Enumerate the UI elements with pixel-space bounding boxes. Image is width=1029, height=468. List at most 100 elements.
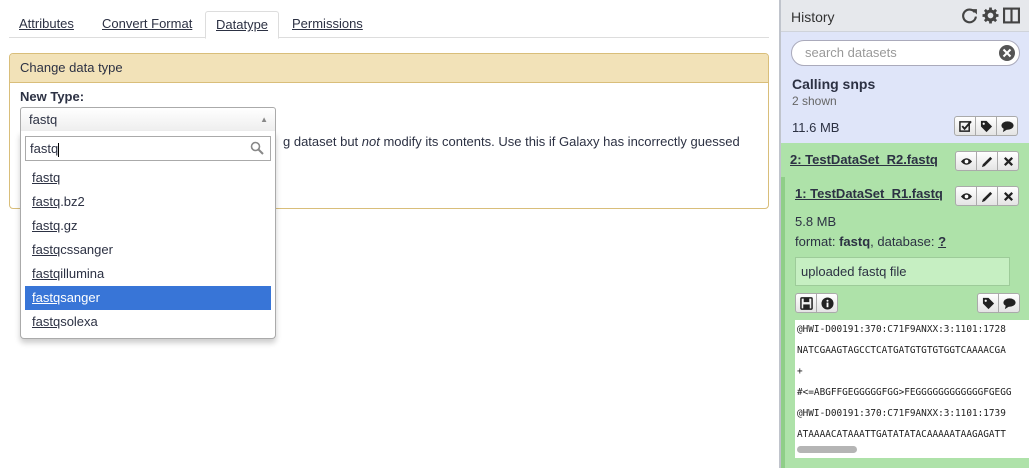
peek-scrollbar[interactable] [797, 446, 857, 453]
tab-convert-format[interactable]: Convert Format [92, 11, 202, 38]
edit-button[interactable] [976, 186, 998, 206]
delete-button[interactable] [997, 151, 1019, 171]
view-button[interactable] [955, 151, 977, 171]
history-title: History [791, 9, 835, 25]
tab-permissions[interactable]: Permissions [282, 11, 373, 38]
delete-button[interactable] [997, 186, 1019, 206]
comment-icon [1002, 297, 1016, 309]
tags-button[interactable] [977, 293, 999, 313]
dataset-peek: @HWI-D00191:370:C71F9ANXX:3:1101:1728 NA… [795, 320, 1029, 458]
eye-icon [960, 192, 972, 200]
tags-button[interactable] [975, 116, 997, 136]
peek-line: + [797, 366, 803, 377]
option-rest: .gz [60, 218, 78, 233]
peek-line: #<=ABGFFGEGGGGGFGG>FEGGGGGGGGGGGGFGEGG [797, 387, 1012, 398]
dataset-format-line: format: fastq, database: ? [795, 234, 946, 249]
history-actions [954, 116, 1018, 136]
help-text-emphasis: not [361, 134, 380, 149]
history-panel: History search datasets Calling snps 2 s… [779, 0, 1029, 468]
search-text: fastq [30, 141, 59, 156]
annotation-button[interactable] [998, 293, 1020, 313]
tab-bar: Attributes Convert Format Datatype Permi… [9, 11, 769, 39]
tags-icon [980, 120, 992, 132]
option-match: fastq [32, 290, 61, 305]
option-rest: .bz2 [60, 194, 85, 209]
save-icon [799, 296, 813, 310]
option-rest: illumina [60, 266, 105, 281]
help-text: g dataset but not modify its contents. U… [283, 134, 763, 150]
option-fastqcssanger[interactable]: fastqcssanger [25, 238, 271, 262]
tab-datatype[interactable]: Datatype [205, 11, 280, 39]
history-search-input[interactable]: search datasets [791, 40, 1020, 66]
new-type-label: New Type: [20, 89, 85, 104]
option-fastqsanger[interactable]: fastqsanger [25, 286, 271, 310]
peek-line: ATAAAACATAAATTGATATATACAAAAATAAGAGATT [797, 429, 1006, 440]
center-panel: Attributes Convert Format Datatype Permi… [0, 0, 779, 468]
panel-title: Change data type [10, 54, 768, 83]
search-placeholder: search datasets [805, 45, 897, 60]
info-icon [820, 296, 834, 310]
pencil-icon [981, 156, 992, 167]
dropdown-search-input[interactable]: fastq [25, 136, 271, 161]
select-items-button[interactable] [954, 116, 976, 136]
edit-button[interactable] [976, 151, 998, 171]
selected-value: fastq [29, 112, 58, 127]
peek-line: @HWI-D00191:370:C71F9ANXX:3:1101:1728 [797, 324, 1006, 335]
caret-up-icon: ▲ [260, 115, 268, 124]
tab-attributes[interactable]: Attributes [9, 11, 84, 38]
format-value: fastq [839, 234, 871, 249]
option-match: fastq [32, 194, 61, 209]
close-icon [1003, 156, 1013, 166]
annotation-button[interactable] [996, 116, 1018, 136]
dataset-tools-right [977, 293, 1020, 313]
option-match: fastq [32, 170, 61, 185]
history-name[interactable]: Calling snps [792, 76, 875, 92]
peek-line: NATCGAAGTAGCCTCATGATGTGTGTGGTCAAAACGA [797, 345, 1006, 356]
database-label: , database: [870, 234, 939, 249]
option-rest: cssanger [60, 242, 113, 257]
history-size: 11.6 MB [792, 120, 840, 135]
clear-search-icon[interactable] [998, 44, 1016, 62]
eye-icon [960, 157, 972, 165]
checkbox-icon [958, 120, 972, 132]
help-text-end: modify its contents. Use this if Galaxy … [379, 134, 740, 149]
dataset-item[interactable]: 2: TestDataSet_R2.fastq [781, 143, 1029, 177]
option-rest: sanger [60, 290, 100, 305]
pencil-icon [981, 191, 992, 202]
gear-icon[interactable] [982, 7, 999, 24]
option-rest: solexa [60, 314, 98, 329]
columns-icon[interactable] [1003, 7, 1020, 24]
refresh-icon[interactable] [961, 7, 978, 24]
datatype-select[interactable]: fastq ▲ [20, 107, 276, 132]
database-value[interactable]: ? [938, 234, 946, 249]
dataset-actions [955, 186, 1019, 206]
view-button[interactable] [955, 186, 977, 206]
dataset-title[interactable]: 1: TestDataSet_R1.fastq [795, 186, 943, 201]
dataset-size: 5.8 MB [795, 214, 837, 229]
info-button[interactable] [816, 293, 838, 313]
text-cursor [58, 142, 60, 157]
close-icon [1003, 191, 1013, 201]
option-fastq-gz[interactable]: fastq.gz [25, 214, 271, 238]
dataset-info: uploaded fastq file [795, 257, 1010, 286]
option-fastq-bz2[interactable]: fastq.bz2 [25, 190, 271, 214]
dataset-title[interactable]: 2: TestDataSet_R2.fastq [790, 152, 938, 167]
datatype-dropdown: fastq fastq fastq.bz2 fastq.gz fastqcssa… [20, 131, 276, 339]
dataset-actions [955, 151, 1019, 171]
option-match: fastq [32, 314, 61, 329]
tags-icon [982, 297, 994, 309]
option-match: fastq [32, 266, 61, 281]
help-text-start: g dataset but [283, 134, 362, 149]
option-fastqsolexa[interactable]: fastqsolexa [25, 310, 271, 334]
format-label: format: [795, 234, 840, 249]
option-match: fastq [32, 242, 61, 257]
option-fastq[interactable]: fastq [25, 166, 271, 190]
history-header: History [781, 0, 1029, 32]
option-match: fastq [32, 218, 61, 233]
download-button[interactable] [795, 293, 817, 313]
search-icon [250, 141, 264, 155]
peek-line: @HWI-D00191:370:C71F9ANXX:3:1101:1739 [797, 408, 1006, 419]
history-shown-count: 2 shown [792, 94, 837, 108]
comment-icon [1000, 120, 1014, 132]
option-fastqillumina[interactable]: fastqillumina [25, 262, 271, 286]
